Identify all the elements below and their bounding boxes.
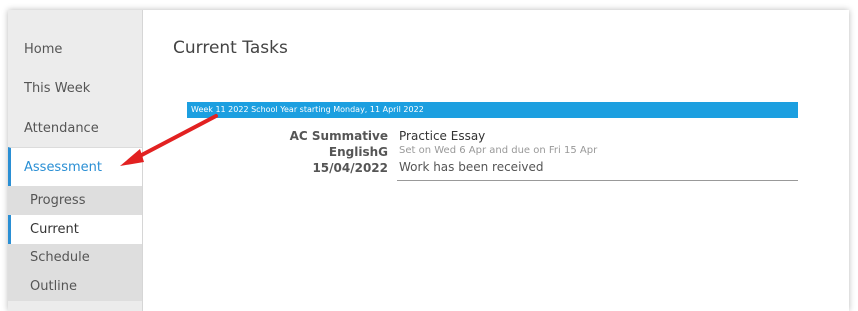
annotation-arrow-icon [120,114,218,166]
